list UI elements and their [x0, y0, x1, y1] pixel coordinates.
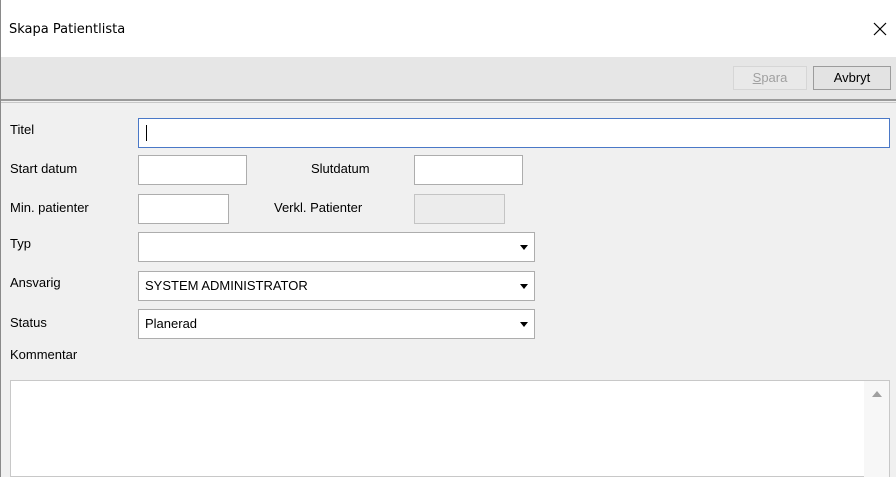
- start-date-input[interactable]: [138, 155, 247, 185]
- type-select[interactable]: [138, 232, 535, 262]
- responsible-label: Ansvarig: [10, 275, 61, 290]
- form-area: Titel Start datum Slutdatum Min. patient…: [1, 103, 896, 477]
- type-label: Typ: [10, 236, 31, 251]
- status-value: Planerad: [145, 316, 198, 331]
- actual-patients-label: Verkl. Patienter: [274, 200, 363, 215]
- cancel-button[interactable]: Avbryt: [813, 66, 891, 90]
- start-date-label: Start datum: [10, 161, 78, 176]
- chevron-down-icon: [520, 322, 528, 327]
- status-select[interactable]: Planerad: [138, 309, 535, 339]
- close-button[interactable]: [865, 14, 895, 44]
- end-date-label: Slutdatum: [311, 161, 370, 176]
- create-patient-list-dialog: Skapa Patientlista Spara Avbryt Titel St…: [0, 0, 896, 477]
- toolbar: Spara Avbryt: [1, 57, 896, 99]
- chevron-down-icon: [520, 284, 528, 289]
- min-patients-label: Min. patienter: [10, 200, 89, 215]
- text-caret: [146, 125, 147, 141]
- comment-label: Kommentar: [10, 347, 78, 362]
- actual-patients-field: [414, 194, 505, 224]
- save-button[interactable]: Spara: [733, 66, 807, 90]
- comment-textarea[interactable]: [10, 380, 890, 477]
- save-label: para: [761, 70, 788, 85]
- title-input[interactable]: [138, 118, 890, 148]
- min-patients-input[interactable]: [138, 194, 229, 224]
- responsible-value: SYSTEM ADMINISTRATOR: [145, 278, 308, 293]
- status-label: Status: [10, 315, 47, 330]
- window-title: Skapa Patientlista: [9, 22, 126, 37]
- responsible-select[interactable]: SYSTEM ADMINISTRATOR: [138, 271, 535, 301]
- close-icon: [873, 22, 887, 36]
- save-mnemonic: S: [752, 70, 762, 85]
- end-date-input[interactable]: [414, 155, 523, 185]
- chevron-down-icon: [520, 245, 528, 250]
- toolbar-divider: [1, 99, 896, 101]
- title-label: Titel: [10, 122, 35, 137]
- comment-scrollbar[interactable]: [864, 381, 889, 477]
- scroll-up-icon[interactable]: [872, 391, 882, 397]
- title-bar: Skapa Patientlista: [1, 0, 896, 57]
